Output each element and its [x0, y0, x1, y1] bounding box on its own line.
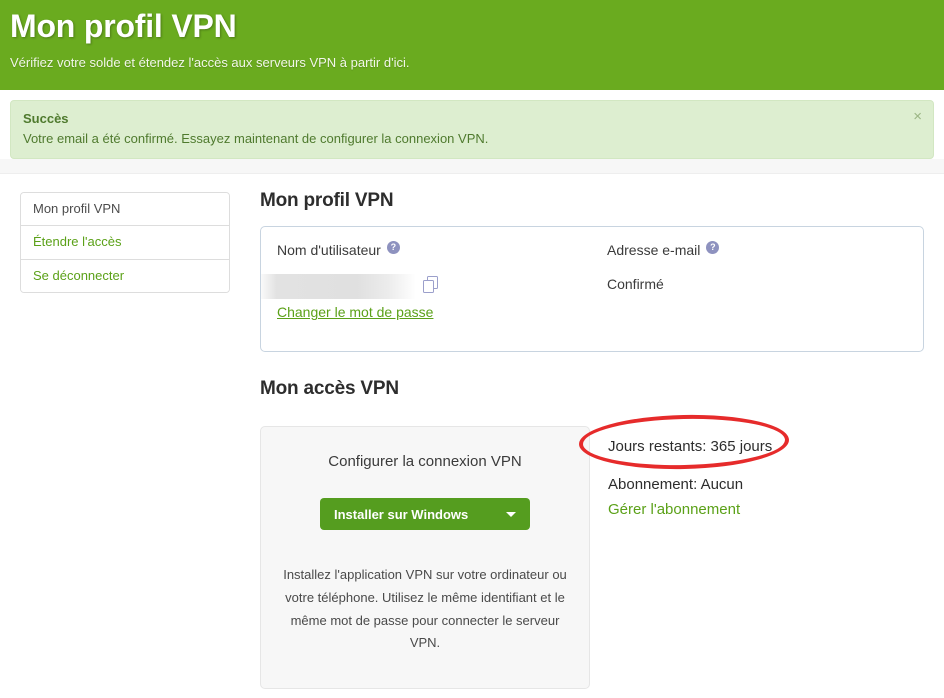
alert-close-icon[interactable]: × — [913, 109, 922, 124]
username-value-row — [261, 274, 593, 300]
email-column: Adresse e-mail ? Confirmé — [593, 227, 923, 351]
chevron-down-icon[interactable] — [506, 511, 516, 517]
email-status: Confirmé — [607, 276, 664, 293]
username-label-row: Nom d'utilisateur ? — [277, 241, 593, 258]
main-content: Mon profil VPN Étendre l'accès Se déconn… — [0, 174, 944, 689]
vpn-section-title: Mon accès VPN — [260, 378, 399, 399]
install-button-label: Installer sur Windows — [334, 506, 469, 522]
email-label: Adresse e-mail — [607, 242, 701, 258]
alert-message: Votre email a été confirmé. Essayez main… — [23, 131, 489, 146]
alert-title: Succès — [23, 111, 69, 126]
days-remaining-text: Jours restants: 365 jours — [608, 438, 773, 455]
help-icon[interactable]: ? — [386, 241, 400, 254]
sidebar-item-profile[interactable]: Mon profil VPN — [21, 193, 229, 227]
sidebar-item-label: Mon profil VPN — [33, 201, 121, 216]
page-subtitle: Vérifiez votre solde et étendez l'accès … — [10, 54, 410, 70]
help-icon[interactable]: ? — [706, 241, 720, 254]
vpn-config-card: Configurer la connexion VPN Installer su… — [260, 426, 590, 689]
install-windows-button[interactable]: Installer sur Windows — [320, 498, 530, 530]
sidebar-item-logout[interactable]: Se déconnecter — [21, 259, 229, 292]
sidebar-nav: Mon profil VPN Étendre l'accès Se déconn… — [20, 192, 230, 293]
email-label-row: Adresse e-mail ? — [607, 241, 923, 258]
success-alert: Succès Votre email a été confirmé. Essay… — [10, 100, 934, 159]
manage-subscription-link[interactable]: Gérer l'abonnement — [608, 501, 740, 518]
vpn-description: Installez l'application VPN sur votre or… — [283, 567, 567, 651]
profile-card: Nom d'utilisateur ? Changer le mot de pa… — [260, 226, 924, 352]
username-value-redacted — [261, 274, 416, 300]
username-column: Nom d'utilisateur ? Changer le mot de pa… — [261, 227, 593, 351]
sidebar-item-extend-access[interactable]: Étendre l'accès — [21, 226, 229, 260]
vpn-access-section: Configurer la connexion VPN Installer su… — [260, 412, 924, 689]
copy-icon[interactable] — [423, 276, 439, 294]
change-password-link[interactable]: Changer le mot de passe — [277, 304, 433, 320]
alert-container: Succès Votre email a été confirmé. Essay… — [0, 90, 944, 159]
subscription-plan-text: Abonnement: Aucun — [608, 476, 744, 493]
content-divider — [0, 159, 944, 174]
profile-section-title: Mon profil VPN — [260, 190, 394, 211]
sidebar-item-label: Étendre l'accès — [33, 234, 122, 250]
page-header: Mon profil VPN Vérifiez votre solde et é… — [0, 0, 944, 90]
subscription-info: Jours restants: 365 jours Abonnement: Au… — [578, 412, 790, 519]
content-area: Mon profil VPN Nom d'utilisateur ? Chang… — [230, 190, 944, 689]
vpn-card-title: Configurer la connexion VPN — [328, 453, 522, 470]
page-title: Mon profil VPN — [10, 8, 237, 44]
username-label: Nom d'utilisateur — [277, 242, 381, 258]
sidebar-item-label: Se déconnecter — [33, 267, 125, 283]
